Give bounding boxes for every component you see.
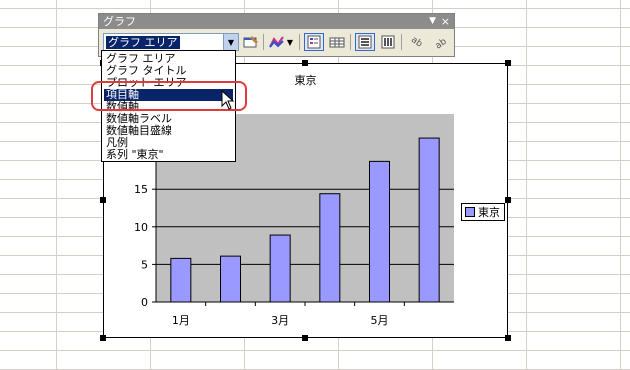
data-table-button[interactable] (327, 33, 347, 51)
resize-handle-bottom-left[interactable] (100, 335, 106, 341)
x-tick-label: 3月 (271, 314, 289, 327)
svg-text:ab: ab (409, 35, 424, 49)
y-tick-label: 0 (141, 296, 148, 309)
toolbar-separator (263, 34, 264, 50)
resize-handle-top-center[interactable] (302, 60, 308, 66)
y-tick-label: 5 (141, 258, 148, 271)
chart-type-button[interactable] (267, 33, 287, 51)
toolbar-title-bar[interactable]: グラフ ▼ × (99, 14, 454, 29)
bar (319, 193, 341, 303)
toolbar-separator (350, 34, 351, 50)
bar (220, 255, 241, 303)
close-icon[interactable]: × (441, 14, 450, 29)
by-column-button[interactable] (378, 33, 398, 51)
bar (269, 234, 291, 303)
toolbar-separator (401, 34, 402, 50)
toolbar-options-icon[interactable]: ▼ (429, 14, 436, 29)
resize-handle-middle-right[interactable] (505, 197, 511, 203)
bar (418, 137, 440, 303)
toolbar-title: グラフ (103, 15, 136, 28)
angle-text-downward-button[interactable]: ab (407, 33, 427, 51)
chart-type-dropdown-icon[interactable]: ▼ (285, 33, 295, 51)
by-row-button[interactable] (355, 33, 375, 51)
legend-swatch (465, 207, 475, 217)
x-tick-label: 1月 (172, 314, 190, 327)
bar (170, 257, 192, 303)
svg-text:ab: ab (434, 37, 448, 49)
resize-handle-bottom-right[interactable] (505, 335, 511, 341)
angle-text-upward-button[interactable]: ab (430, 33, 450, 51)
toolbar-separator (299, 34, 300, 50)
format-selected-object-button[interactable] (241, 33, 261, 51)
legend-button[interactable] (304, 33, 324, 51)
y-tick-label: 15 (134, 183, 148, 196)
chart-objects-value: グラフ エリア (106, 36, 180, 49)
mouse-cursor-icon (221, 90, 235, 110)
resize-handle-bottom-center[interactable] (302, 335, 308, 341)
chevron-down-icon[interactable]: ▼ (223, 34, 238, 50)
chart-objects-combobox[interactable]: グラフ エリア ▼ (103, 33, 239, 51)
y-tick-label: 10 (134, 221, 148, 234)
resize-handle-top-right[interactable] (505, 60, 511, 66)
x-tick-label: 5月 (371, 314, 389, 327)
bar (369, 160, 390, 303)
legend-label: 東京 (478, 206, 500, 219)
resize-handle-middle-left[interactable] (100, 197, 106, 203)
legend[interactable]: 東京 (461, 203, 505, 221)
dropdown-item[interactable]: 系列 "東京" (104, 149, 233, 161)
